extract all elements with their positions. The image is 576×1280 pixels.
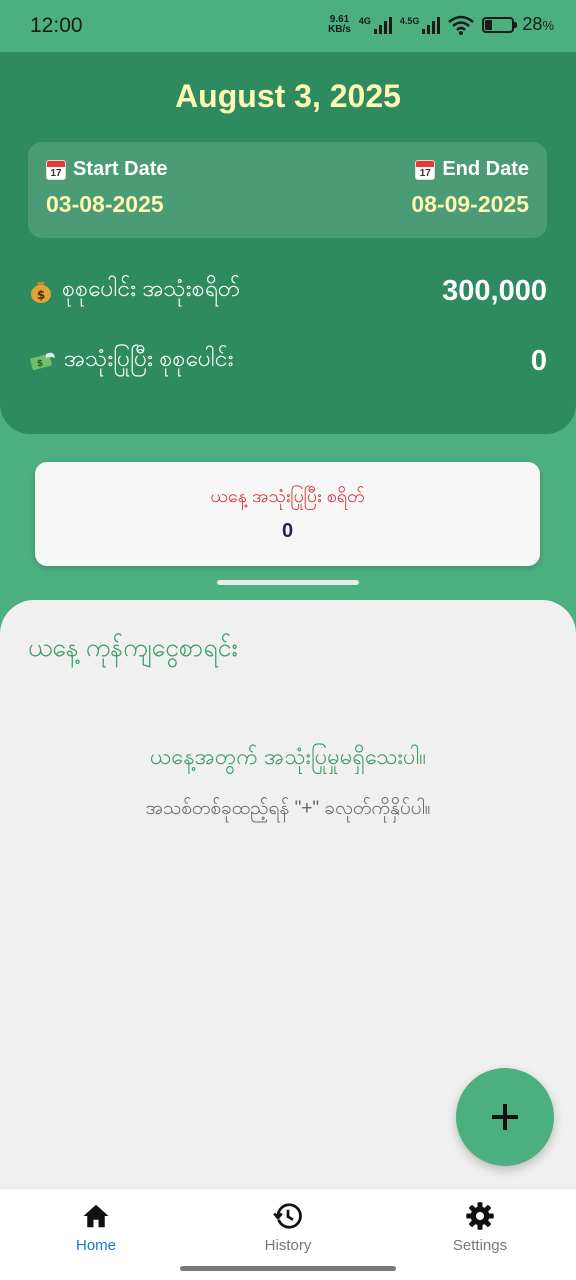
signal-4g-icon: 4G [359, 16, 392, 34]
end-date-value: 08-09-2025 [411, 191, 529, 217]
network-speed: 9.61 KB/s [328, 13, 351, 35]
today-spent-label: ယနေ့ အသုံးပြုပြီး စရိတ် [210, 486, 365, 506]
nav-settings[interactable]: Settings [420, 1201, 540, 1254]
empty-state-hint: အသစ်တစ်ခုထည့်ရန် "+" ခလုတ်ကိုနှိပ်ပါ။ [145, 798, 431, 819]
nav-home-label: Home [75, 1237, 116, 1254]
status-time: 12:00 [30, 14, 83, 37]
svg-text:$: $ [37, 288, 45, 302]
money-wings-icon: $ [30, 352, 55, 370]
home-indicator[interactable] [180, 1266, 396, 1271]
add-expense-button[interactable] [456, 1068, 554, 1166]
signal-45g-icon: 4.5G [400, 16, 441, 34]
nav-history[interactable]: History [228, 1201, 348, 1254]
total-spent-row: $ အသုံးပြုပြီး စုစုပေါင်း 0 [28, 344, 547, 378]
total-budget-label: $ စုစုပေါင်း အသုံးစရိတ် [28, 274, 240, 308]
network-speed-unit: KB/s [328, 23, 351, 35]
status-icons: 9.61 KB/s 4G 4.5G 28% [328, 14, 554, 35]
signal-45g-label: 4.5G [399, 15, 420, 26]
battery-icon [482, 16, 518, 33]
sheet-title: ယနေ့ ကုန်ကျငွေစာရင်း [28, 634, 238, 662]
status-bar: 12:00 9.61 KB/s 4G 4.5G 28% [0, 0, 576, 52]
end-date-label: 17 End Date [411, 158, 529, 181]
today-spent-value: 0 [281, 520, 294, 542]
network-speed-value: 9.61 [329, 13, 350, 25]
total-budget-row: $ စုစုပေါင်း အသုံးစရိတ် 300,000 [28, 274, 547, 308]
date-range-box[interactable]: 17 Start Date 03-08-2025 17 End Date 08-… [28, 142, 547, 238]
empty-state-message: ယနေ့အတွက် အသုံးပြုမှုမရှိသေးပါ။ [150, 744, 426, 769]
home-icon [83, 1204, 109, 1228]
start-date-label: 17 Start Date [46, 158, 167, 181]
wifi-icon [448, 15, 475, 35]
start-date-value: 03-08-2025 [46, 191, 164, 217]
calendar-icon: 17 [46, 159, 66, 180]
nav-history-label: History [264, 1237, 312, 1254]
end-date[interactable]: 17 End Date 08-09-2025 [411, 158, 529, 218]
nav-home[interactable]: Home [36, 1201, 156, 1254]
current-date: August 3, 2025 [175, 78, 401, 114]
total-budget-value: 300,000 [442, 274, 547, 307]
start-date[interactable]: 17 Start Date 03-08-2025 [46, 158, 167, 218]
sheet-drag-handle[interactable] [217, 580, 359, 585]
total-spent-value: 0 [530, 344, 547, 377]
today-spent-card: ယနေ့ အသုံးပြုပြီး စရိတ် 0 [35, 462, 540, 566]
nav-settings-label: Settings [452, 1237, 508, 1254]
svg-text:$: $ [37, 359, 43, 369]
history-icon [273, 1203, 302, 1229]
calendar-icon: 17 [415, 159, 436, 180]
gear-icon [466, 1202, 494, 1230]
plus-icon [492, 1104, 518, 1130]
money-bag-icon: $ [31, 282, 51, 303]
battery-percent: 28% [522, 14, 554, 34]
summary-header: August 3, 2025 17 Start Date 03-08-2025 … [0, 52, 576, 434]
total-spent-label: $ အသုံးပြုပြီး စုစုပေါင်း [28, 344, 233, 378]
signal-4g-label: 4G [358, 15, 371, 26]
